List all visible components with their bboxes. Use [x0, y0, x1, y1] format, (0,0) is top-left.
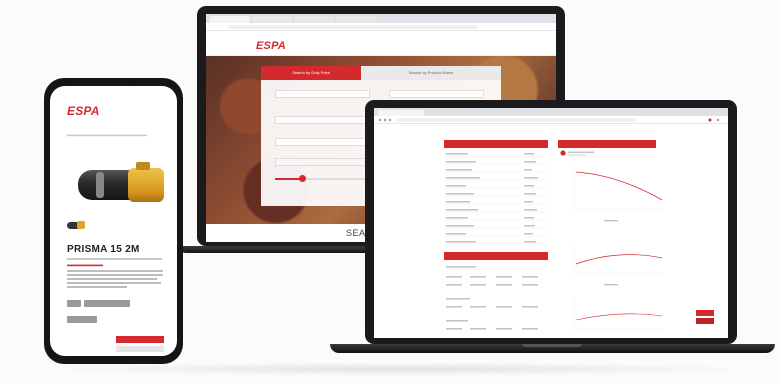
browser-tab[interactable] — [294, 16, 334, 23]
breadcrumb — [67, 134, 147, 138]
browser-tab[interactable] — [252, 16, 292, 23]
browser-tabstrip — [374, 108, 728, 117]
phone-speaker — [94, 80, 132, 85]
front-laptop-screen — [374, 108, 728, 338]
product-thumbnail[interactable] — [67, 220, 85, 230]
product-detail-page — [374, 124, 728, 338]
request-quote-button[interactable] — [116, 336, 164, 343]
description-line — [67, 270, 163, 272]
secondary-button[interactable] — [116, 346, 164, 352]
tolerance-slider-knob[interactable] — [299, 175, 306, 182]
tab-search-by-duty-point[interactable]: Search by Duty Point — [261, 66, 361, 80]
browser-tab[interactable] — [336, 16, 376, 23]
front-laptop — [330, 100, 775, 360]
product-subtitle — [67, 258, 162, 260]
product-badge-icon — [560, 150, 566, 156]
download-button[interactable] — [696, 318, 714, 324]
tab-search-by-product-name[interactable]: Search by Product Name — [361, 66, 501, 80]
browser-tab[interactable] — [210, 16, 250, 23]
phone-screen: ESPA PRISMA 15 2M — [50, 86, 177, 356]
url-field[interactable] — [228, 25, 478, 29]
description-line — [67, 286, 127, 288]
browser-controls-icon — [378, 118, 720, 122]
head-input[interactable] — [389, 90, 484, 98]
description-heading — [67, 264, 103, 268]
product-title: PRISMA 15 2M — [67, 244, 140, 255]
product-showcase: ESPA Search by Duty Point Search by Prod… — [0, 0, 780, 384]
browser-tabstrip — [206, 14, 556, 23]
datasheet-button[interactable] — [84, 300, 130, 307]
smartphone: ESPA PRISMA 15 2M — [44, 78, 183, 364]
browser-address-bar — [374, 116, 728, 124]
performance-curves — [560, 150, 664, 330]
tolerance-slider-fill — [275, 178, 301, 180]
description-line — [67, 282, 161, 284]
browser-address-bar — [206, 23, 556, 31]
espa-logo[interactable]: ESPA — [256, 40, 286, 52]
floor-shadow — [30, 362, 770, 376]
site-header: ESPA — [206, 36, 556, 56]
description-line — [67, 274, 163, 276]
espa-logo-mobile[interactable]: ESPA — [67, 104, 100, 118]
spec-sheet-button[interactable] — [67, 300, 81, 307]
description-line — [67, 278, 157, 280]
compare-button[interactable] — [67, 316, 97, 323]
front-laptop-hinge-notch — [522, 344, 582, 347]
pump-product-image — [78, 162, 166, 206]
quote-button[interactable] — [696, 310, 714, 316]
flow-input[interactable] — [275, 90, 370, 98]
